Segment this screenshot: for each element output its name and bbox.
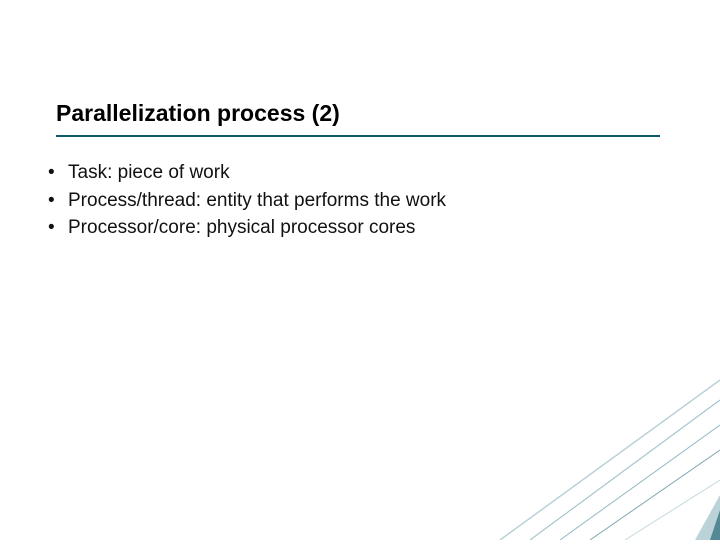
corner-decoration — [460, 340, 720, 540]
list-item: Task: piece of work — [40, 160, 660, 186]
title-underline — [56, 135, 660, 137]
slide-title: Parallelization process (2) — [56, 100, 660, 135]
list-item: Processor/core: physical processor cores — [40, 215, 660, 241]
slide: Parallelization process (2) Task: piece … — [0, 0, 720, 540]
list-item: Process/thread: entity that performs the… — [40, 188, 660, 214]
bullet-list: Task: piece of work Process/thread: enti… — [40, 160, 660, 243]
title-block: Parallelization process (2) — [56, 100, 660, 137]
